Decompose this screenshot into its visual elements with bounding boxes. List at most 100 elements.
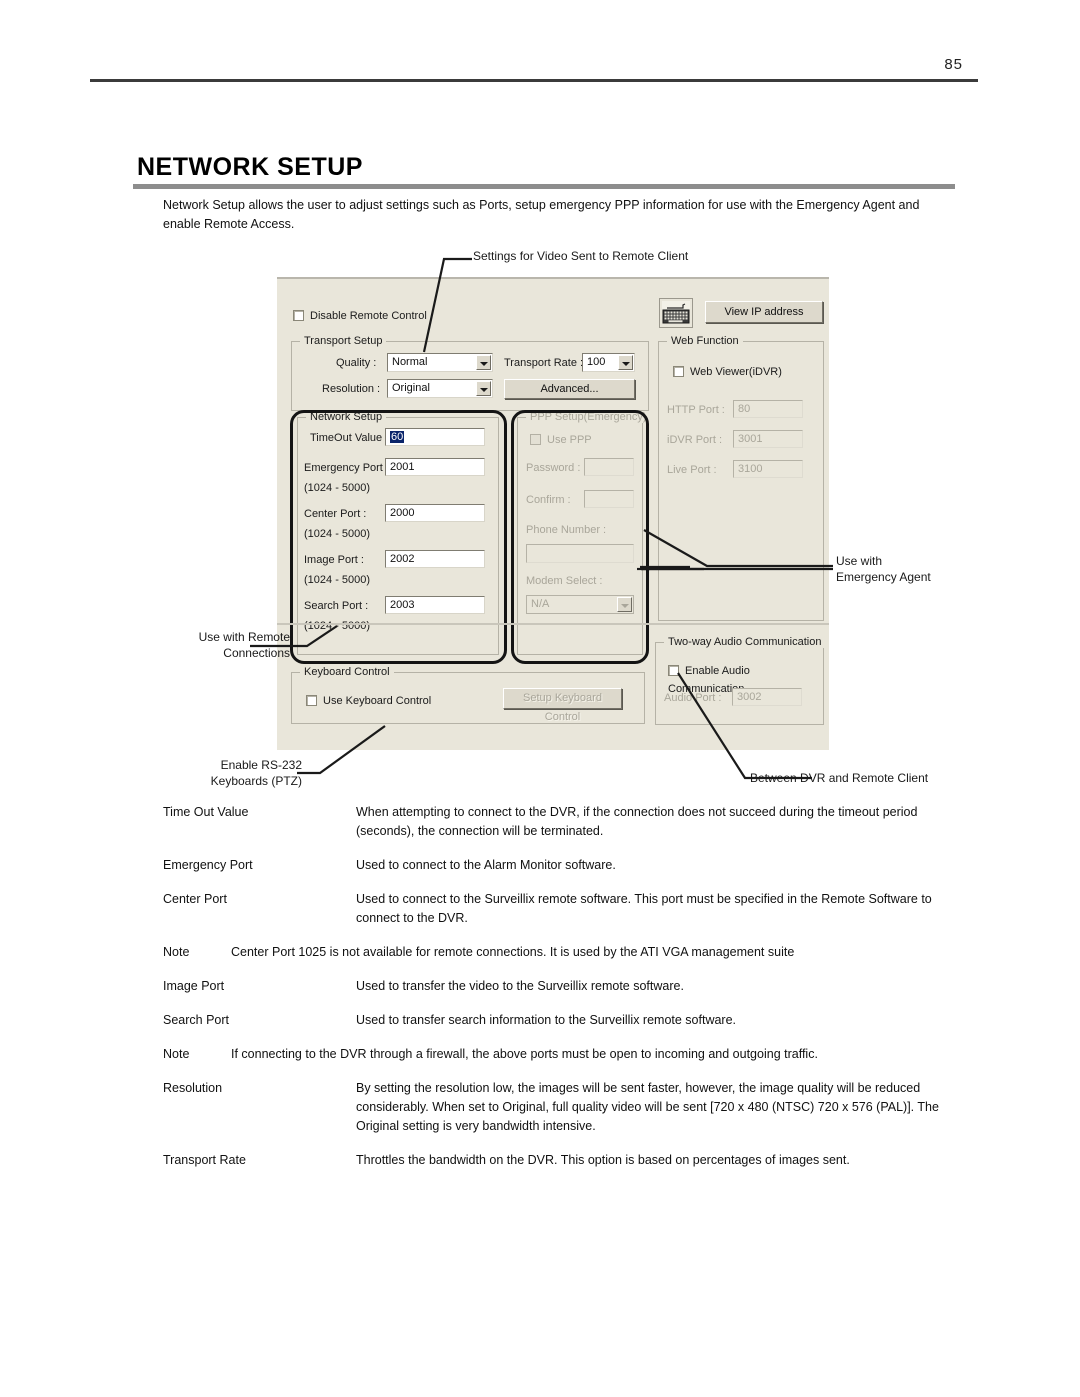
- header-rule: [90, 79, 978, 82]
- network-setup-dialog: Disable Remote Control View IP address T…: [277, 277, 829, 750]
- definition-row: Emergency Port Used to connect to the Ala…: [163, 856, 953, 875]
- transport-rate-label: Transport Rate :: [504, 357, 584, 369]
- quality-value: Normal: [392, 356, 428, 368]
- timeout-value-text: 60: [390, 431, 405, 443]
- definition-row: Image Port Used to transfer the video to …: [163, 977, 953, 996]
- network-setup-fieldset: Network Setup TimeOut Value : 60 Emergen…: [297, 411, 499, 655]
- network-setup-title: Network Setup: [306, 411, 387, 423]
- definition-description: When attempting to connect to the DVR, i…: [356, 805, 918, 838]
- page-title: NETWORK SETUP: [137, 153, 363, 181]
- callout-remote-connections: Use with Remote Connections: [198, 630, 290, 660]
- intro-paragraph: Network Setup allows the user to adjust …: [163, 198, 920, 231]
- transport-setup-title: Transport Setup: [300, 335, 387, 347]
- callout-emergency-agent: Use with Emergency Agent: [836, 554, 931, 584]
- web-function-title: Web Function: [667, 335, 743, 347]
- chevron-down-icon[interactable]: [618, 355, 633, 370]
- view-ip-address-button[interactable]: View IP address: [705, 301, 823, 323]
- setup-keyboard-control-button[interactable]: Setup Keyboard Control: [503, 688, 622, 723]
- resolution-label: Resolution :: [322, 383, 381, 395]
- keyboard-control-title: Keyboard Control: [300, 666, 394, 678]
- definition-term: Image Port: [163, 979, 225, 993]
- definition-row: Resolution By setting the resolution low,…: [163, 1079, 953, 1136]
- phone-number-input[interactable]: [526, 544, 634, 563]
- transport-rate-value: 100: [587, 356, 606, 368]
- definition-term: Resolution: [163, 1081, 223, 1095]
- transport-setup-group: Transport Setup Quality : Normal Transpo…: [291, 335, 649, 411]
- checkbox-box[interactable]: [293, 310, 304, 321]
- search-port-range: (1024 - 5000): [304, 620, 371, 632]
- chevron-down-icon[interactable]: [617, 597, 632, 612]
- use-ppp-checkbox[interactable]: Use PPP: [530, 430, 592, 448]
- definition-row: Note If connecting to the DVR through a f…: [163, 1045, 953, 1064]
- live-port-input[interactable]: 3100: [733, 460, 803, 478]
- definition-row: Center Port Used to connect to the Survei…: [163, 890, 953, 928]
- checkbox-box[interactable]: [668, 665, 679, 676]
- password-label: Password :: [526, 462, 581, 474]
- center-port-range: (1024 - 5000): [304, 528, 371, 540]
- timeout-value-input[interactable]: 60: [385, 428, 485, 446]
- confirm-input[interactable]: [584, 490, 634, 508]
- emergency-port-range: (1024 - 5000): [304, 482, 371, 494]
- modem-select-label: Modem Select :: [526, 575, 603, 587]
- quality-label: Quality :: [336, 357, 377, 369]
- chevron-down-icon[interactable]: [476, 355, 491, 370]
- confirm-label: Confirm :: [526, 494, 571, 506]
- definition-term: Time Out Value: [163, 805, 249, 819]
- use-keyboard-control-checkbox[interactable]: Use Keyboard Control: [306, 691, 431, 709]
- checkbox-box[interactable]: [530, 434, 541, 445]
- definition-description: By setting the resolution low, the image…: [356, 1081, 939, 1133]
- definition-term: Note: [163, 945, 190, 959]
- checkbox-box[interactable]: [673, 366, 684, 377]
- phone-number-label: Phone Number :: [526, 524, 607, 536]
- definition-description: Center Port 1025 is not available for re…: [231, 945, 795, 959]
- http-port-input[interactable]: 80: [733, 400, 803, 418]
- checkbox-box[interactable]: [306, 695, 317, 706]
- search-port-input[interactable]: 2003: [385, 596, 485, 614]
- definition-term: Center Port: [163, 892, 227, 906]
- callout-dvr-remote-client: Between DVR and Remote Client: [750, 771, 929, 785]
- title-underline-rule: [133, 184, 955, 189]
- definition-description: If connecting to the DVR through a firew…: [231, 1047, 818, 1061]
- chevron-down-icon[interactable]: [476, 381, 491, 396]
- live-port-label: Live Port :: [667, 464, 717, 476]
- idvr-port-label: iDVR Port :: [667, 434, 723, 446]
- definition-term: Note: [163, 1047, 190, 1061]
- disable-remote-control-label: Disable Remote Control: [310, 310, 427, 322]
- definition-row: Note Center Port 1025 is not available fo…: [163, 943, 953, 962]
- center-port-input[interactable]: 2000: [385, 504, 485, 522]
- emergency-port-input[interactable]: 2001: [385, 458, 485, 476]
- definition-row: Search Port Used to transfer search infor…: [163, 1011, 953, 1030]
- image-port-input[interactable]: 2002: [385, 550, 485, 568]
- definition-row: Time Out Value When attempting to connect…: [163, 803, 953, 841]
- http-port-label: HTTP Port :: [667, 404, 725, 416]
- transport-rate-combobox[interactable]: 100: [582, 353, 635, 372]
- callout-video-settings: Settings for Video Sent to Remote Client: [473, 249, 689, 263]
- idvr-port-input[interactable]: 3001: [733, 430, 803, 448]
- use-keyboard-control-label: Use Keyboard Control: [323, 695, 432, 707]
- definition-description: Used to connect to the Surveillix remote…: [356, 892, 932, 925]
- definition-term: Transport Rate: [163, 1153, 246, 1167]
- two-way-audio-title: Two-way Audio Communication: [664, 636, 826, 648]
- definition-term: Emergency Port: [163, 858, 253, 872]
- two-way-audio-fieldset: Two-way Audio Communication Enable Audio…: [655, 636, 826, 725]
- audio-port-label: Audio Port :: [664, 692, 722, 704]
- web-viewer-label: Web Viewer(iDVR): [690, 366, 782, 378]
- audio-port-input[interactable]: 3002: [732, 688, 802, 706]
- resolution-combobox[interactable]: Original: [387, 379, 493, 398]
- timeout-value-label: TimeOut Value :: [310, 432, 389, 444]
- resolution-value: Original: [392, 382, 430, 394]
- dialog-separator: [277, 623, 829, 625]
- keyboard-icon[interactable]: [659, 298, 693, 328]
- advanced-button[interactable]: Advanced...: [504, 379, 635, 399]
- definition-description: Used to connect to the Alarm Monitor sof…: [356, 858, 616, 872]
- center-port-label: Center Port :: [304, 508, 367, 520]
- disable-remote-control-checkbox[interactable]: Disable Remote Control: [293, 306, 427, 324]
- image-port-range: (1024 - 5000): [304, 574, 371, 586]
- web-viewer-checkbox[interactable]: Web Viewer(iDVR): [673, 362, 782, 380]
- definition-term: Search Port: [163, 1013, 230, 1027]
- definition-description: Used to transfer the video to the Survei…: [356, 979, 684, 993]
- password-input[interactable]: [584, 458, 634, 476]
- modem-select-combobox[interactable]: N/A: [526, 595, 634, 614]
- definition-description: Throttles the bandwidth on the DVR. This…: [356, 1153, 850, 1167]
- quality-combobox[interactable]: Normal: [387, 353, 493, 372]
